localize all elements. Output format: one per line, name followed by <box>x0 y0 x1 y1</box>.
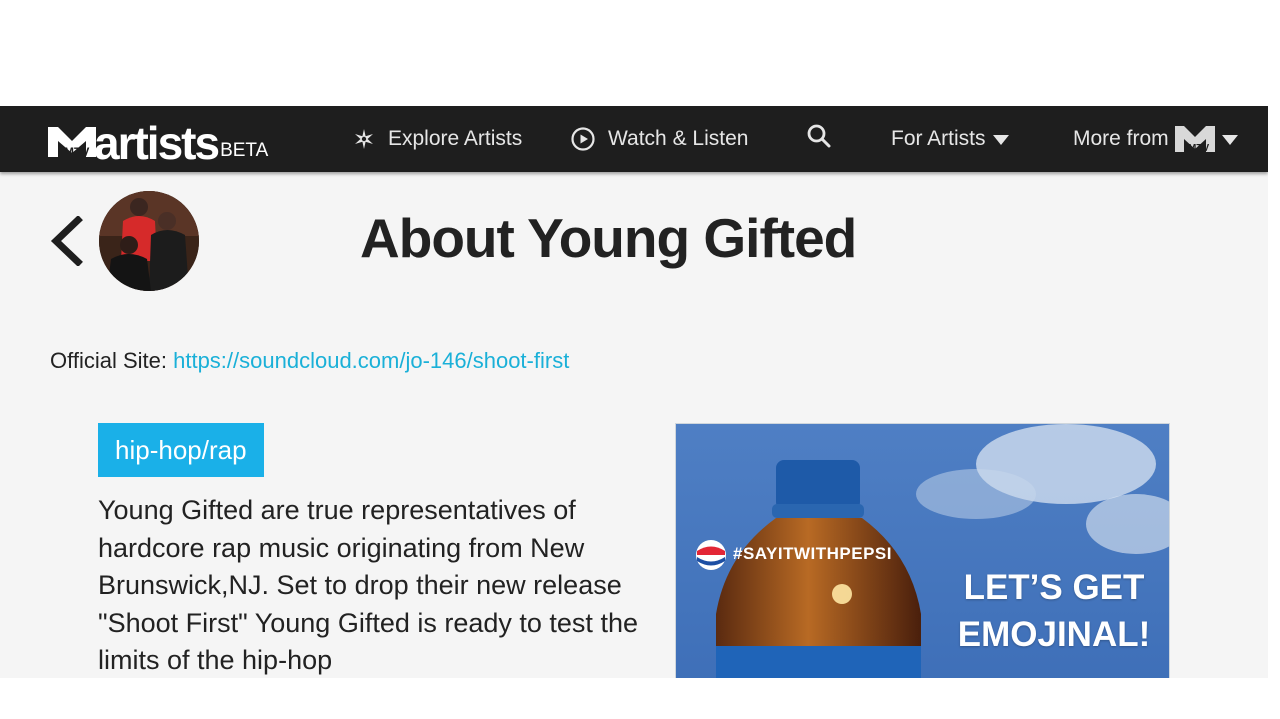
official-site-row: Official Site: https://soundcloud.com/jo… <box>50 348 569 374</box>
back-button[interactable] <box>48 215 84 267</box>
beta-badge: BETA <box>220 140 269 161</box>
page-title: About Young Gifted <box>360 207 857 269</box>
page-content: MTV artists BETA Explore Artists Watch &… <box>0 106 1268 678</box>
play-circle-icon <box>570 126 596 152</box>
official-site-label: Official Site: <box>50 348 167 373</box>
search-button[interactable] <box>806 106 832 172</box>
genre-tag[interactable]: hip-hop/rap <box>98 423 264 477</box>
nav-for-artists-label: For Artists <box>891 127 986 150</box>
svg-text:MTV: MTV <box>64 145 89 157</box>
top-navbar: MTV artists BETA Explore Artists Watch &… <box>0 106 1268 172</box>
brand-logo[interactable]: MTV artists BETA <box>48 117 269 169</box>
nav-explore-artists[interactable]: Explore Artists <box>352 106 522 172</box>
mtv-logo-icon: MTV <box>1174 126 1215 152</box>
chevron-left-icon <box>50 215 83 267</box>
nav-explore-label: Explore Artists <box>388 127 523 150</box>
nav-for-artists-menu[interactable]: For Artists <box>891 106 1009 172</box>
sparkle-icon <box>352 127 376 151</box>
brand-wordmark: artists <box>94 117 220 169</box>
ad-hashtag: #SAYITWITHPEPSI <box>733 544 892 563</box>
ad-headline: LET’S GET EMOJINAL! <box>957 568 1151 654</box>
nav-more-from-menu[interactable]: More from MTV <box>1073 106 1238 172</box>
official-site-link[interactable]: https://soundcloud.com/jo-146/shoot-firs… <box>173 348 569 373</box>
advertisement-banner[interactable]: #SAYITWITHPEPSI LET’S GET EMOJINAL! <box>675 423 1170 678</box>
artist-avatar[interactable] <box>99 191 199 291</box>
nav-more-label: More from <box>1073 127 1169 150</box>
caret-down-icon <box>992 135 1009 145</box>
artist-bio: Young Gifted are true representatives of… <box>98 495 638 675</box>
mtv-logo-icon: MTV <box>48 125 96 159</box>
nav-watch-listen[interactable]: Watch & Listen <box>570 106 748 172</box>
caret-down-icon <box>1221 135 1238 145</box>
nav-watch-label: Watch & Listen <box>608 127 749 150</box>
search-icon <box>806 123 832 155</box>
svg-text:MTV: MTV <box>1188 143 1209 152</box>
